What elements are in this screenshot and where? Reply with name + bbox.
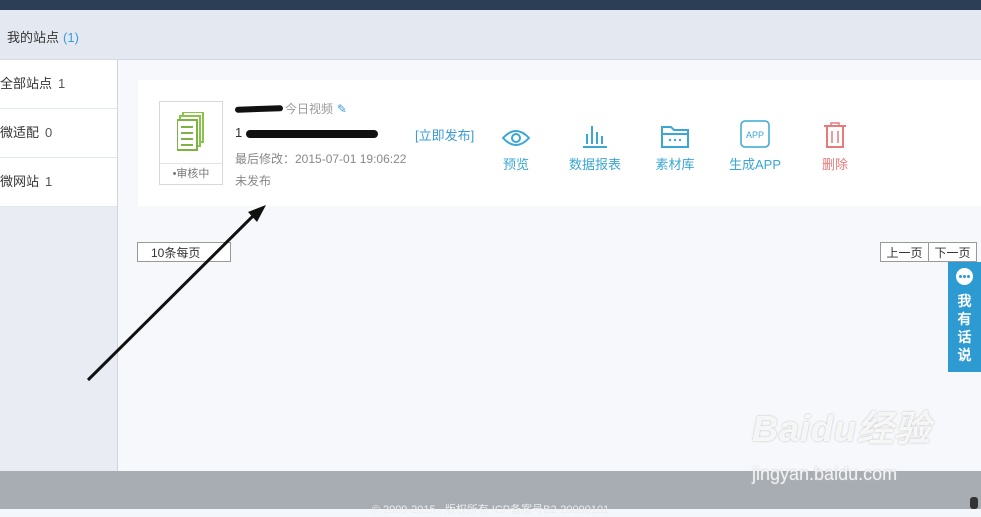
copyright-text: © 2009-2015 . 版权所有 ICP备案号B2-20090101 — [371, 504, 610, 516]
per-page-select[interactable]: 10条每页 — [137, 242, 231, 262]
page-header: 我的站点 (1) — [0, 10, 981, 60]
site-card: •审核中 今日视频 ✎ 1 [立即发布] 最后修改：2015-07-01 19:… — [138, 80, 981, 206]
feedback-label: 我有话说 — [957, 293, 972, 363]
scrollbar-thumb[interactable] — [970, 497, 978, 509]
publish-status: 未发布 — [235, 174, 272, 188]
preview-button[interactable]: 预览 — [496, 118, 536, 173]
chat-bubble-icon — [956, 268, 973, 285]
sidebar-item-count: 1 — [45, 174, 53, 189]
generate-app-label: 生成APP — [728, 157, 781, 172]
delete-label: 删除 — [821, 157, 848, 172]
sidebar-item-count: 0 — [45, 125, 53, 140]
material-library-label: 素材库 — [655, 157, 695, 172]
sidebar: 全部站点 1 微适配 0 微网站 1 — [0, 60, 118, 471]
feedback-button[interactable]: 我有话说 — [948, 262, 981, 372]
generate-app-button[interactable]: APP 生成APP — [726, 118, 784, 173]
watermark: Baidu经验 jingyan.baidu.com — [752, 400, 932, 490]
data-report-label: 数据报表 — [568, 157, 621, 172]
top-nav-bar — [0, 0, 981, 10]
preview-label: 预览 — [502, 157, 529, 172]
redaction-scribble — [234, 105, 284, 114]
watermark-url: jingyan.baidu.com — [752, 464, 898, 484]
document-icon — [177, 112, 204, 151]
sidebar-item-label: 微网站 — [0, 174, 40, 189]
bar-chart-icon — [583, 126, 607, 148]
sidebar-item-all-sites[interactable]: 全部站点 1 — [0, 60, 117, 109]
trash-icon — [824, 122, 846, 148]
review-status: •审核中 — [160, 163, 222, 184]
sidebar-item-label: 全部站点 — [0, 76, 53, 91]
site-count: (1) — [63, 30, 79, 45]
sidebar-item-micro-adapt[interactable]: 微适配 0 — [0, 109, 117, 158]
site-name: 今日视频 ✎ — [234, 100, 347, 117]
site-domain: 1 — [235, 125, 379, 140]
svg-text:APP: APP — [746, 130, 764, 140]
redaction-scribble — [246, 129, 379, 138]
page-title: 我的站点 (1) — [7, 30, 79, 45]
folder-icon — [661, 126, 689, 148]
site-thumbnail[interactable]: •审核中 — [159, 101, 223, 185]
last-modified: 最后修改：2015-07-01 19:06:22 — [235, 152, 407, 166]
edit-pencil-icon[interactable]: ✎ — [337, 102, 347, 116]
sidebar-item-label: 微适配 — [0, 125, 40, 140]
next-page-button[interactable]: 下一页 — [928, 242, 977, 262]
sidebar-item-count: 1 — [58, 76, 66, 91]
sidebar-item-micro-site[interactable]: 微网站 1 — [0, 158, 117, 207]
material-library-button[interactable]: 素材库 — [652, 118, 698, 173]
eye-icon — [501, 130, 531, 146]
watermark-logo: Baidu经验 — [752, 408, 932, 449]
delete-button[interactable]: 删除 — [818, 118, 852, 173]
app-icon: APP — [740, 120, 770, 148]
data-report-button[interactable]: 数据报表 — [565, 118, 625, 173]
publish-now-link[interactable]: [立即发布] — [415, 125, 474, 144]
prev-page-button[interactable]: 上一页 — [880, 242, 929, 262]
